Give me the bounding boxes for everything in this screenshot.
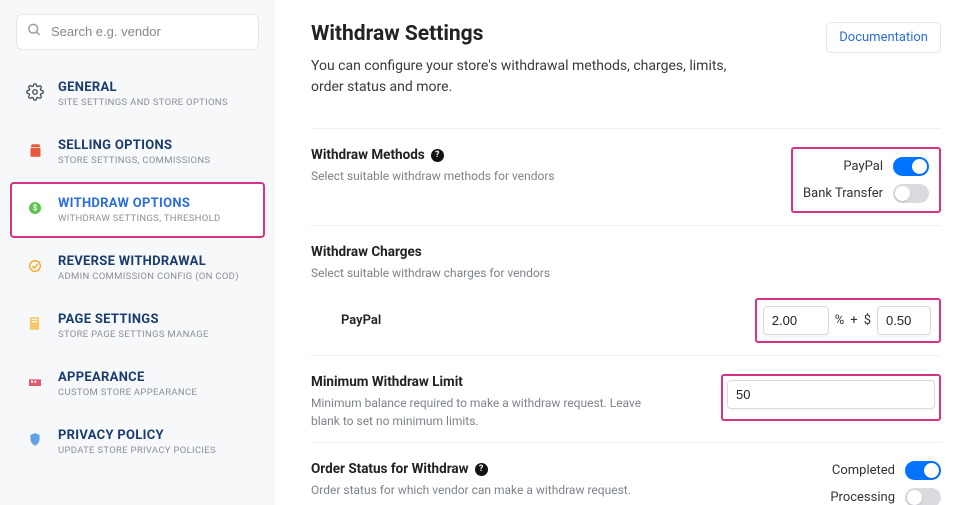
documentation-link[interactable]: Documentation xyxy=(826,22,941,53)
sidebar-item-sub: CUSTOM STORE APPEARANCE xyxy=(58,387,251,398)
page-icon xyxy=(24,313,46,335)
search-wrap[interactable] xyxy=(16,14,259,50)
toggle-completed[interactable] xyxy=(905,461,941,480)
section-desc: Select suitable withdraw methods for ven… xyxy=(311,168,555,185)
page-title: Withdraw Settings xyxy=(311,22,741,46)
min-limit-wrap xyxy=(721,374,941,421)
palette-icon xyxy=(24,371,46,393)
toggle-paypal[interactable] xyxy=(893,157,929,176)
sidebar-item-page-settings[interactable]: PAGE SETTINGS STORE PAGE SETTINGS MANAGE xyxy=(10,298,265,354)
search-icon xyxy=(27,23,42,42)
section-withdraw-charges: Withdraw Charges Select suitable withdra… xyxy=(311,225,941,355)
svg-text:$: $ xyxy=(33,204,38,213)
charge-fixed-input[interactable] xyxy=(877,306,931,335)
sidebar: GENERAL SITE SETTINGS AND STORE OPTIONS … xyxy=(0,0,275,505)
sidebar-item-label: PAGE SETTINGS xyxy=(58,312,251,327)
shopping-bag-icon xyxy=(24,139,46,161)
sidebar-item-sub: WITHDRAW SETTINGS, THRESHOLD xyxy=(58,213,251,224)
section-desc: Order status for which vendor can make a… xyxy=(311,482,631,499)
plus-symbol: + xyxy=(850,313,857,328)
section-desc: Minimum balance required to make a withd… xyxy=(311,395,664,430)
sidebar-item-label: REVERSE WITHDRAWAL xyxy=(58,254,251,269)
sidebar-item-sub: SITE SETTINGS AND STORE OPTIONS xyxy=(58,97,251,108)
sidebar-item-label: GENERAL xyxy=(58,80,251,95)
dollar-icon: $ xyxy=(24,197,46,219)
sidebar-item-label: APPEARANCE xyxy=(58,370,251,385)
section-min-withdraw-limit: Minimum Withdraw Limit Minimum balance r… xyxy=(311,355,941,442)
help-icon[interactable]: ? xyxy=(475,463,488,476)
charge-percent-input[interactable] xyxy=(763,306,829,335)
sidebar-item-sub: UPDATE STORE PRIVACY POLICIES xyxy=(58,445,251,456)
refresh-icon xyxy=(24,255,46,277)
gear-icon xyxy=(24,81,46,103)
section-title: Withdraw Charges xyxy=(311,244,422,260)
sidebar-item-label: WITHDRAW OPTIONS xyxy=(58,196,251,211)
sidebar-item-sub: STORE PAGE SETTINGS MANAGE xyxy=(58,329,251,340)
section-order-status: Order Status for Withdraw ? Order status… xyxy=(311,442,941,505)
section-desc: Select suitable withdraw charges for ven… xyxy=(311,265,550,282)
sidebar-item-withdraw-options[interactable]: $ WITHDRAW OPTIONS WITHDRAW SETTINGS, TH… xyxy=(10,182,265,238)
search-input[interactable] xyxy=(51,24,248,39)
toggle-bank-transfer[interactable] xyxy=(893,184,929,203)
section-title: Order Status for Withdraw xyxy=(311,461,469,477)
withdraw-methods-toggles: PayPal Bank Transfer xyxy=(791,147,941,213)
sidebar-item-sub: STORE SETTINGS, COMMISSIONS xyxy=(58,155,251,166)
sidebar-menu: GENERAL SITE SETTINGS AND STORE OPTIONS … xyxy=(10,66,265,470)
toggle-label: Processing xyxy=(830,490,895,505)
sidebar-item-label: PRIVACY POLICY xyxy=(58,428,251,443)
percent-symbol: % xyxy=(835,313,845,328)
charges-row-label: PayPal xyxy=(311,313,381,328)
help-icon[interactable]: ? xyxy=(431,149,444,162)
sidebar-item-selling-options[interactable]: SELLING OPTIONS STORE SETTINGS, COMMISSI… xyxy=(10,124,265,180)
toggle-label: Bank Transfer xyxy=(803,186,883,201)
min-limit-input[interactable] xyxy=(727,380,935,409)
sidebar-item-privacy-policy[interactable]: PRIVACY POLICY UPDATE STORE PRIVACY POLI… xyxy=(10,414,265,470)
sidebar-item-label: SELLING OPTIONS xyxy=(58,138,251,153)
shield-icon xyxy=(24,429,46,451)
toggle-label: PayPal xyxy=(843,159,883,174)
sidebar-item-general[interactable]: GENERAL SITE SETTINGS AND STORE OPTIONS xyxy=(10,66,265,122)
sidebar-item-appearance[interactable]: APPEARANCE CUSTOM STORE APPEARANCE xyxy=(10,356,265,412)
section-withdraw-methods: Withdraw Methods ? Select suitable withd… xyxy=(311,128,941,225)
toggle-processing[interactable] xyxy=(905,488,941,505)
sidebar-item-reverse-withdrawal[interactable]: REVERSE WITHDRAWAL ADMIN COMMISSION CONF… xyxy=(10,240,265,296)
section-title: Minimum Withdraw Limit xyxy=(311,374,463,390)
toggle-label: Completed xyxy=(832,463,895,478)
currency-symbol: $ xyxy=(864,313,871,328)
page-desc: You can configure your store's withdrawa… xyxy=(311,56,741,98)
sidebar-item-sub: ADMIN COMMISSION CONFIG (ON COD) xyxy=(58,271,251,282)
section-title: Withdraw Methods xyxy=(311,147,425,163)
main-content: Withdraw Settings You can configure your… xyxy=(275,0,969,505)
charges-inputs: % + $ xyxy=(755,298,941,343)
